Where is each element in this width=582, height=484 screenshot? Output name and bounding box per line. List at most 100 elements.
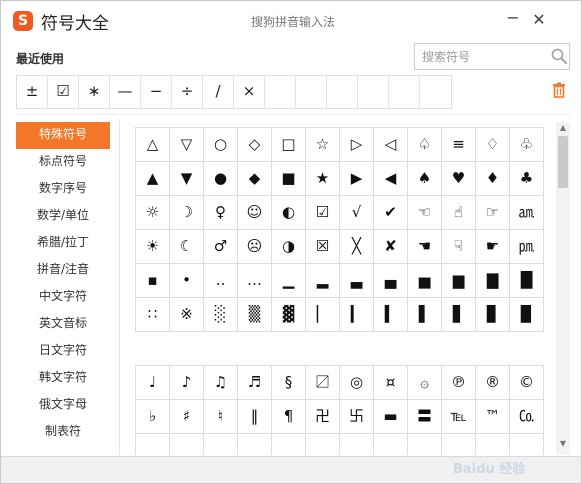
- symbol-cell[interactable]: [136, 434, 170, 455]
- symbol-cell[interactable]: ░: [204, 298, 238, 332]
- close-button[interactable]: ✕: [529, 9, 549, 31]
- symbol-cell[interactable]: ㏘: [510, 230, 544, 264]
- symbol-cell[interactable]: ▏: [306, 298, 340, 332]
- symbol-cell[interactable]: ▎: [340, 298, 374, 332]
- symbol-cell[interactable]: ☹: [238, 230, 272, 264]
- symbol-cell[interactable]: ≡: [442, 128, 476, 162]
- symbol-cell[interactable]: ¶: [272, 400, 306, 434]
- symbol-cell[interactable]: ◎: [340, 366, 374, 400]
- sidebar-item-category[interactable]: 拼音/注音: [16, 257, 110, 284]
- symbol-cell[interactable]: [272, 434, 306, 455]
- symbol-cell[interactable]: [340, 434, 374, 455]
- symbol-cell[interactable]: [476, 434, 510, 455]
- symbol-cell[interactable]: ✔: [374, 196, 408, 230]
- symbol-cell[interactable]: ‥: [204, 264, 238, 298]
- recent-symbol-cell[interactable]: [420, 76, 451, 108]
- sidebar-item-category[interactable]: 标点符号: [16, 149, 110, 176]
- symbol-cell[interactable]: ▒: [238, 298, 272, 332]
- symbol-cell[interactable]: ♧: [510, 128, 544, 162]
- symbol-cell[interactable]: ☺: [238, 196, 272, 230]
- symbol-cell[interactable]: ▆: [442, 264, 476, 298]
- symbol-cell[interactable]: ◇: [238, 128, 272, 162]
- scroll-up-arrow[interactable]: ▲: [556, 122, 570, 134]
- sidebar-item-category[interactable]: 希腊/拉丁: [16, 230, 110, 257]
- symbol-cell[interactable]: □: [272, 128, 306, 162]
- recent-symbol-cell[interactable]: ×: [234, 76, 265, 108]
- symbol-cell[interactable]: ☛: [476, 230, 510, 264]
- symbol-cell[interactable]: ▉: [510, 298, 544, 332]
- symbol-cell[interactable]: §: [272, 366, 306, 400]
- symbol-cell[interactable]: ♬: [238, 366, 272, 400]
- symbol-cell[interactable]: ▂: [306, 264, 340, 298]
- symbol-cell[interactable]: ☒: [306, 230, 340, 264]
- symbol-cell[interactable]: ♭: [136, 400, 170, 434]
- sidebar-item-category[interactable]: 数字序号: [16, 176, 110, 203]
- sidebar-item-category[interactable]: 特殊符号: [16, 122, 110, 149]
- symbol-cell[interactable]: ▅: [408, 264, 442, 298]
- symbol-cell[interactable]: ◐: [272, 196, 306, 230]
- recent-symbol-cell[interactable]: —: [110, 76, 141, 108]
- symbol-cell[interactable]: ▌: [408, 298, 442, 332]
- symbol-cell[interactable]: ♦: [476, 162, 510, 196]
- symbol-cell[interactable]: ¤: [374, 366, 408, 400]
- trash-icon[interactable]: [552, 82, 566, 98]
- symbol-cell[interactable]: ☽: [170, 196, 204, 230]
- symbol-cell[interactable]: ♠: [408, 162, 442, 196]
- recent-symbol-cell[interactable]: [389, 76, 420, 108]
- symbol-cell[interactable]: √: [340, 196, 374, 230]
- symbol-cell[interactable]: ✘: [374, 230, 408, 264]
- symbol-cell[interactable]: ▷: [340, 128, 374, 162]
- recent-symbol-cell[interactable]: [358, 76, 389, 108]
- symbol-cell[interactable]: [510, 434, 544, 455]
- symbol-cell[interactable]: ☾: [170, 230, 204, 264]
- symbol-cell[interactable]: ▍: [374, 298, 408, 332]
- symbol-cell[interactable]: ╳: [340, 230, 374, 264]
- symbol-cell[interactable]: ▁: [272, 264, 306, 298]
- symbol-cell[interactable]: 卐: [340, 400, 374, 434]
- symbol-cell[interactable]: ▓: [272, 298, 306, 332]
- symbol-cell[interactable]: ●: [204, 162, 238, 196]
- recent-symbol-cell[interactable]: −: [141, 76, 172, 108]
- symbol-cell[interactable]: [408, 434, 442, 455]
- search-box[interactable]: [414, 43, 570, 70]
- title-bar[interactable]: S 符号大全 搜狗拼音输入法 − ✕: [1, 1, 581, 41]
- symbol-cell[interactable]: ☑: [306, 196, 340, 230]
- symbol-cell[interactable]: ℡: [442, 400, 476, 434]
- symbol-cell[interactable]: ♢: [476, 128, 510, 162]
- symbol-cell[interactable]: ♤: [408, 128, 442, 162]
- symbol-cell[interactable]: ☼: [136, 196, 170, 230]
- symbol-cell[interactable]: ☞: [476, 196, 510, 230]
- symbol-cell[interactable]: [238, 434, 272, 455]
- recent-symbol-cell[interactable]: ∗: [79, 76, 110, 108]
- symbol-cell[interactable]: ♯: [170, 400, 204, 434]
- search-icon[interactable]: [550, 47, 568, 65]
- symbol-cell[interactable]: ♣: [510, 162, 544, 196]
- symbol-cell[interactable]: ㏇: [510, 400, 544, 434]
- sidebar-item-category[interactable]: 日文字符: [16, 338, 110, 365]
- symbol-cell[interactable]: ○: [204, 128, 238, 162]
- recent-symbol-cell[interactable]: ±: [17, 76, 48, 108]
- recent-symbol-cell[interactable]: [296, 76, 327, 108]
- symbol-cell[interactable]: 〼: [306, 366, 340, 400]
- symbol-cell[interactable]: ▲: [136, 162, 170, 196]
- symbol-cell[interactable]: ۞: [408, 366, 442, 400]
- symbol-cell[interactable]: …: [238, 264, 272, 298]
- recent-symbol-cell[interactable]: [265, 76, 296, 108]
- symbol-cell[interactable]: ♫: [204, 366, 238, 400]
- symbol-cell[interactable]: ◑: [272, 230, 306, 264]
- symbol-cell[interactable]: ■: [272, 162, 306, 196]
- symbol-cell[interactable]: ▋: [442, 298, 476, 332]
- symbol-cell[interactable]: ▪: [136, 264, 170, 298]
- sidebar-item-category[interactable]: 数学/单位: [16, 203, 110, 230]
- sidebar-item-category[interactable]: 英文音标: [16, 311, 110, 338]
- symbol-cell[interactable]: △: [136, 128, 170, 162]
- symbol-cell[interactable]: ♥: [442, 162, 476, 196]
- symbol-cell[interactable]: ℗: [442, 366, 476, 400]
- scrollbar-thumb[interactable]: [558, 136, 568, 188]
- symbol-cell[interactable]: ▇: [476, 264, 510, 298]
- symbol-cell[interactable]: •: [170, 264, 204, 298]
- symbol-cell[interactable]: ▽: [170, 128, 204, 162]
- symbol-cell[interactable]: [374, 434, 408, 455]
- symbol-cell[interactable]: ♮: [204, 400, 238, 434]
- symbol-cell[interactable]: ◁: [374, 128, 408, 162]
